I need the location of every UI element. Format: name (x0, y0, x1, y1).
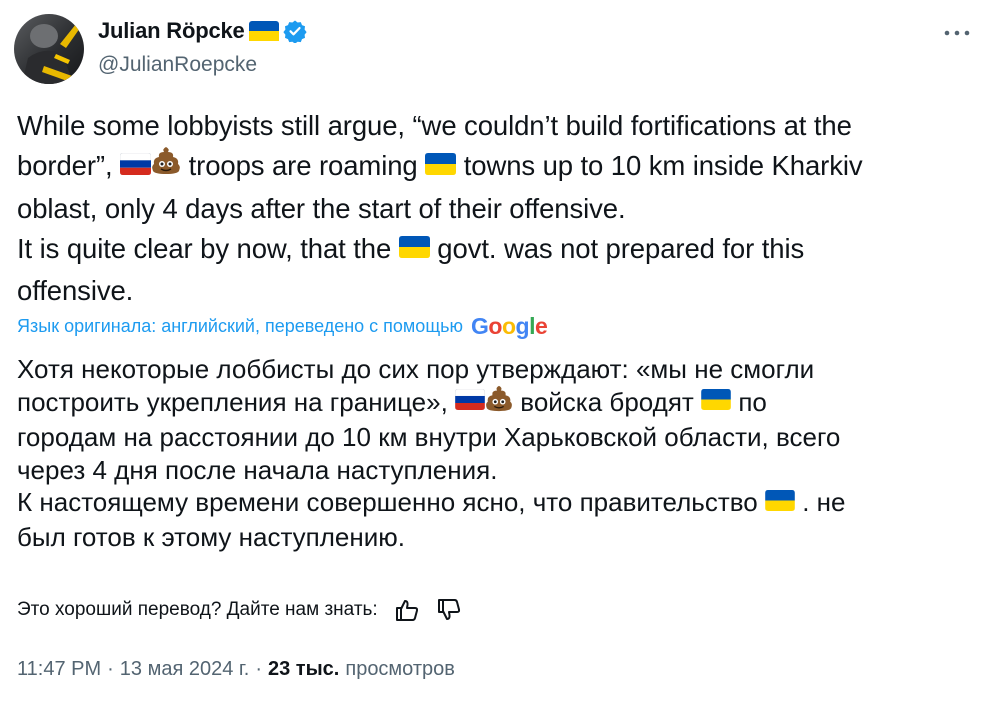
tweet-text-segment: govt. was not prepared for this (437, 233, 805, 265)
tweet-text: While some lobbyists still argue, “we co… (17, 106, 977, 312)
tweet-date[interactable]: 13 мая 2024 г. (120, 658, 250, 681)
tweet-text-segment: border”, (17, 150, 113, 182)
more-options-icon[interactable] (942, 26, 972, 40)
tweet-line: offensive. (17, 275, 134, 307)
ukraine-flag-icon (398, 229, 430, 269)
tweet-time[interactable]: 11:47 PM (17, 658, 101, 681)
views-label: просмотров (345, 658, 455, 680)
translation-line: построить укрепления на границе», войска… (17, 384, 982, 422)
avatar[interactable] (14, 14, 84, 84)
meta-separator: · (107, 658, 114, 680)
tweet-text-segment: troops are roaming (188, 150, 418, 182)
russia-flag-icon (119, 146, 152, 186)
translation-segment: построить укрепления на границе», (17, 386, 448, 417)
translation-line: городам на расстоянии до 10 км внутри Ха… (17, 422, 841, 453)
thumbs-up-icon[interactable] (394, 598, 420, 622)
thumbs-down-icon[interactable] (436, 598, 462, 622)
ukraine-flag-icon (248, 21, 279, 41)
translation-line: через 4 дня после начала наступления. (17, 454, 498, 485)
verified-badge-icon (282, 19, 307, 43)
author-name-row: Julian Röpcke (98, 18, 307, 44)
google-logo: Google (471, 313, 548, 339)
poop-icon (485, 384, 513, 420)
translation-segment: . не (802, 487, 846, 518)
translation-line: Хотя некоторые лоббисты до сих пор утвер… (17, 354, 815, 384)
ukraine-flag-icon (765, 486, 795, 519)
ukraine-flag-icon (701, 385, 731, 418)
tweet-line: It is quite clear by now, that the govt.… (17, 229, 977, 271)
views-count: 23 тыс. (268, 658, 340, 680)
handle[interactable]: @JulianRoepcke (98, 53, 257, 77)
tweet-text-segment: It is quite clear by now, that the (17, 233, 392, 265)
translation-label: Язык оригинала: английский, переведено с… (17, 316, 464, 336)
tweet-line: While some lobbyists still argue, “we co… (17, 110, 852, 141)
tweet-text-segment: towns up to 10 km inside Kharkiv (463, 150, 863, 182)
tweet-meta: 11:47 PM · 13 мая 2024 г. · 23 тыс. прос… (17, 658, 455, 681)
translation-feedback: Это хороший перевод? Дайте нам знать: (17, 598, 462, 622)
translation-source-link[interactable]: Язык оригинала: английский, переведено с… (17, 313, 548, 340)
meta-separator: · (255, 658, 262, 680)
translated-text: Хотя некоторые лоббисты до сих пор утвер… (17, 353, 982, 553)
display-name[interactable]: Julian Röpcke (98, 18, 245, 44)
tweet-line: border”, troops are roaming towns up to … (17, 146, 977, 188)
russia-flag-icon (454, 385, 486, 418)
translation-segment: по (738, 386, 767, 417)
tweet-line: oblast, only 4 days after the start of t… (17, 192, 626, 224)
ukraine-flag-icon (425, 146, 457, 186)
translation-line: К настоящему времени совершенно ясно, чт… (17, 486, 982, 520)
translation-segment: войска бродят (520, 386, 694, 417)
translation-line: был готов к этому наступлению. (17, 521, 405, 552)
poop-icon (151, 145, 181, 186)
translation-segment: К настоящему времени совершенно ясно, чт… (17, 487, 758, 518)
feedback-prompt: Это хороший перевод? Дайте нам знать: (17, 599, 378, 620)
